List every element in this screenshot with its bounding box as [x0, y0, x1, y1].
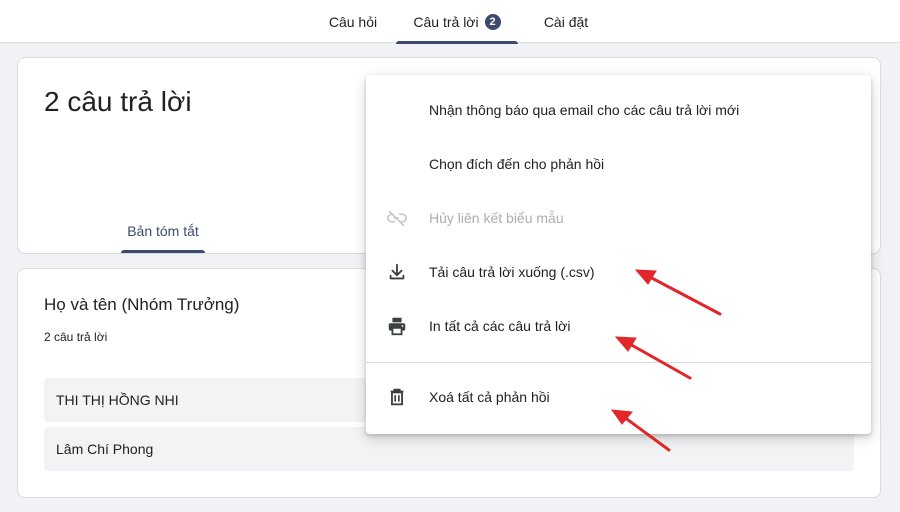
menu-divider: [366, 362, 871, 363]
menu-item-unlink-form: Hủy liên kết biểu mẫu: [366, 191, 871, 245]
menu-item-email-notifications[interactable]: Nhận thông báo qua email cho các câu trả…: [366, 83, 871, 137]
tab-responses[interactable]: Câu trả lời 2: [396, 0, 518, 44]
tab-settings-label: Cài đặt: [543, 13, 589, 30]
tab-questions-label: Câu hỏi: [328, 13, 378, 30]
printer-icon: [386, 315, 408, 337]
menu-item-delete-all[interactable]: Xoá tất cả phản hồi: [366, 370, 871, 424]
question-title: Họ và tên (Nhóm Trưởng): [44, 295, 240, 314]
active-tab-indicator: [396, 41, 518, 44]
menu-item-label: Hủy liên kết biểu mẫu: [429, 210, 564, 226]
question-response-count: 2 câu trả lời: [44, 330, 108, 344]
download-icon: [386, 261, 408, 283]
tab-summary-label: Bản tóm tắt: [127, 222, 199, 239]
menu-item-label: In tất cả các câu trả lời: [429, 318, 571, 334]
menu-item-download-csv[interactable]: Tải câu trả lời xuống (.csv): [366, 245, 871, 299]
menu-item-label: Nhận thông báo qua email cho các câu trả…: [429, 102, 740, 118]
summary-tab-indicator: [121, 250, 205, 253]
trash-icon: [386, 386, 408, 408]
tab-summary[interactable]: Bản tóm tắt: [121, 208, 205, 253]
tab-questions[interactable]: Câu hỏi: [318, 0, 388, 43]
link-off-icon: [386, 207, 408, 229]
tab-settings[interactable]: Cài đặt: [530, 0, 602, 43]
tab-responses-label: Câu trả lời: [413, 13, 479, 30]
menu-item-select-destination[interactable]: Chọn đích đến cho phản hồi: [366, 137, 871, 191]
responses-count-title: 2 câu trả lời: [44, 86, 192, 117]
responses-options-menu: Nhận thông báo qua email cho các câu trả…: [366, 75, 871, 434]
responses-count-badge: 2: [484, 13, 501, 30]
menu-item-print-all[interactable]: In tất cả các câu trả lời: [366, 299, 871, 353]
menu-item-label: Xoá tất cả phản hồi: [429, 389, 550, 405]
top-tab-bar: Câu hỏi Câu trả lời 2 Cài đặt: [0, 0, 900, 44]
menu-item-label: Chọn đích đến cho phản hồi: [429, 156, 605, 172]
menu-item-label: Tải câu trả lời xuống (.csv): [429, 264, 595, 280]
